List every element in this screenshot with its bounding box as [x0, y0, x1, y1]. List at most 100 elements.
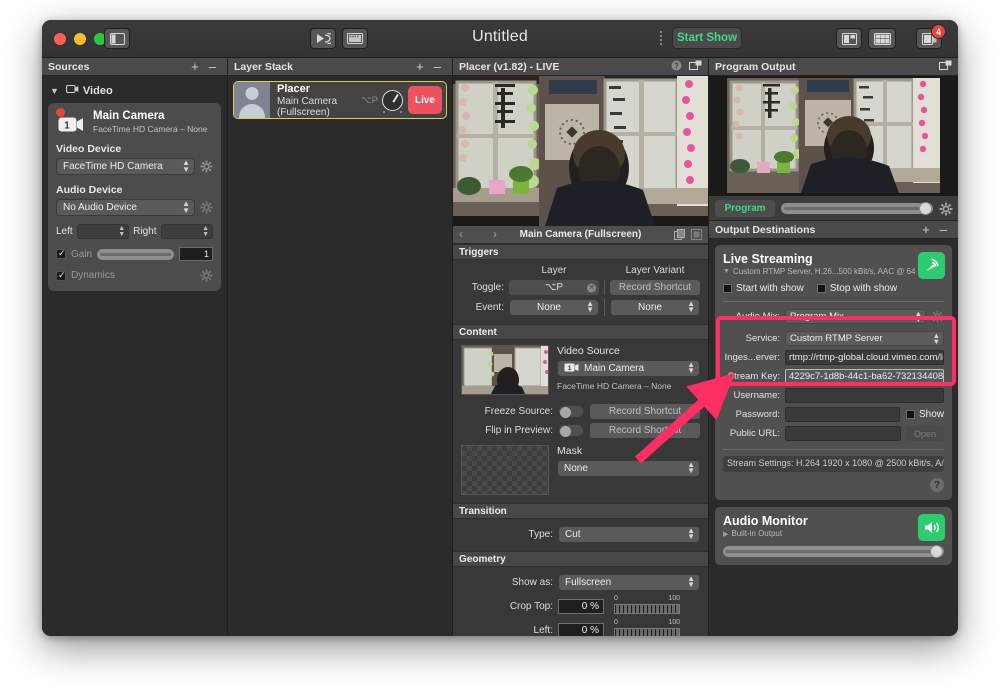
inspector-title-bar: ‹ › Main Camera (Fullscreen) [453, 226, 708, 244]
video-device-row: FaceTime HD Camera ▲ ▼ [56, 157, 213, 176]
section-header-triggers: Triggers [453, 244, 708, 260]
disclosure-triangle-icon[interactable]: ▶ [723, 530, 728, 538]
layer-live-button[interactable]: Live [408, 86, 442, 114]
stream-key-field[interactable]: 4229c7-1d8b-44c1-ba62-732134408fd1 [785, 369, 944, 384]
preview-help-icon[interactable]: ? [671, 60, 682, 74]
output-destinations-header: Output Destinations + – [709, 221, 958, 239]
remove-source-button[interactable]: – [204, 60, 221, 73]
crop-top-slider[interactable]: 0 100 [614, 595, 680, 615]
add-layer-button[interactable]: + [411, 60, 429, 73]
preview-inspector-column: Placer (v1.82) - LIVE ? ‹ › Main Camera … [453, 58, 709, 636]
show-as-select[interactable]: Fullscreen ▲ ▼ [558, 574, 700, 591]
show-password-checkbox[interactable] [905, 410, 915, 419]
live-streaming-toggle-button[interactable] [918, 252, 945, 279]
audio-monitor-toggle-button[interactable] [918, 514, 945, 541]
sources-group-video[interactable]: ▼ Video [48, 82, 221, 103]
crop-left-row: Left: 0 % 0 100 [461, 619, 700, 636]
audio-mix-select[interactable]: Program Mix ▲ ▼ [785, 309, 926, 324]
service-select[interactable]: Custom RTMP Server ▲ ▼ [785, 331, 944, 346]
start-with-show-option[interactable]: Start with show [723, 283, 804, 294]
stop-with-show-option[interactable]: Stop with show [816, 283, 897, 294]
layer-thumbnail [234, 82, 270, 118]
duplicate-icon[interactable] [674, 229, 685, 243]
event-trigger-row: Event: None ▲ ▼ None ▲ ▼ [461, 299, 700, 316]
triggers-body: Layer Layer Variant Toggle: ⌥P ✕ Record … [453, 260, 708, 324]
flip-preview-toggle[interactable] [558, 424, 584, 437]
preview-fullscreen-icon[interactable] [689, 60, 702, 74]
program-button[interactable]: Program [715, 199, 775, 217]
clear-shortcut-icon[interactable]: ✕ [587, 283, 596, 292]
toggle-shortcut-field[interactable]: ⌥P ✕ [509, 280, 599, 295]
layout-single-icon[interactable] [836, 28, 862, 49]
username-label: Username: [733, 390, 780, 401]
public-url-row: Public URL: Open [723, 426, 944, 441]
public-url-field[interactable] [785, 426, 901, 441]
detach-icon[interactable] [691, 229, 702, 243]
event-layer-select[interactable]: None ▲ ▼ [509, 299, 599, 316]
audio-monitor-volume-slider[interactable] [723, 545, 944, 558]
toolbar-divider [660, 31, 662, 47]
layer-row-placer[interactable]: Placer Main Camera (Fullscreen) ⌥P Live [233, 81, 447, 119]
audio-device-gear-icon[interactable] [200, 201, 213, 214]
forward-icon[interactable]: › [493, 227, 497, 241]
remove-layer-button[interactable]: – [429, 60, 446, 73]
toggle-variant-record-button[interactable]: Record Shortcut [610, 280, 700, 295]
preview-title: Placer (v1.82) - LIVE [459, 60, 560, 73]
program-fullscreen-icon[interactable] [939, 60, 952, 74]
program-volume-slider[interactable] [781, 201, 933, 215]
layer-name: Placer [277, 82, 311, 95]
ingest-server-label: Inges...erver: [724, 352, 780, 363]
video-device-select[interactable]: FaceTime HD Camera ▲ ▼ [56, 157, 195, 176]
add-destination-button[interactable]: + [917, 223, 935, 236]
remove-destination-button[interactable]: – [935, 223, 952, 236]
back-icon[interactable]: ‹ [459, 227, 463, 241]
layer-opacity-knob[interactable] [382, 89, 403, 113]
dynamics-gear-icon[interactable] [200, 269, 213, 282]
stop-with-show-checkbox[interactable] [816, 284, 826, 293]
dynamics-checkbox[interactable] [56, 270, 66, 281]
gain-value-field[interactable]: 1 [179, 247, 213, 262]
password-field[interactable] [785, 407, 900, 422]
flip-preview-record-button[interactable]: Record Shortcut [590, 423, 700, 438]
ingest-server-field[interactable]: rtmp://rtmp-global.cloud.vimeo.com/live [785, 350, 944, 365]
gain-slider[interactable] [97, 248, 174, 260]
crop-left-slider[interactable]: 0 100 [614, 619, 680, 636]
sources-group-label: Video [82, 84, 113, 97]
gain-checkbox[interactable] [56, 248, 66, 260]
start-with-show-checkbox[interactable] [723, 284, 732, 293]
disclosure-triangle-icon[interactable]: ▼ [723, 268, 730, 275]
layout-grid-icon[interactable] [868, 28, 896, 49]
layer-stack-title: Layer Stack [234, 60, 293, 73]
video-device-value: FaceTime HD Camera [63, 161, 163, 173]
event-variant-select[interactable]: None ▲ ▼ [610, 299, 700, 316]
audio-mix-gear-icon[interactable] [931, 310, 944, 323]
audio-device-select[interactable]: No Audio Device ▲ ▼ [56, 199, 195, 217]
inspector-toggle-icon[interactable]: 4 [916, 24, 946, 49]
stream-settings-bar[interactable]: Stream Settings: H.264 1920 x 1080 @ 250… [723, 456, 944, 472]
mask-thumbnail [461, 445, 549, 495]
content-video-source-select[interactable]: 1 Main Camera ▲ ▼ [557, 360, 700, 377]
add-source-button[interactable]: + [186, 60, 204, 73]
mask-select[interactable]: None ▲ ▼ [557, 460, 700, 477]
username-row: Username: [723, 388, 944, 403]
live-streaming-help-icon[interactable]: ? [930, 478, 944, 492]
chevron-updown-icon: ▲ ▼ [182, 157, 190, 174]
open-public-url-button[interactable]: Open [906, 426, 944, 441]
freeze-source-toggle[interactable] [558, 405, 584, 418]
source-card-main-camera[interactable]: 1 Main Camera FaceTime HD Camera – None … [48, 103, 221, 292]
show-password-option[interactable]: Show [905, 409, 944, 420]
left-channel-select[interactable]: ▲ ▼ [76, 224, 130, 240]
start-show-button[interactable]: Start Show [672, 27, 742, 49]
username-field[interactable] [785, 388, 944, 403]
disclosure-triangle-icon[interactable]: ▼ [50, 86, 59, 96]
crop-top-slider-max: 100 [668, 595, 680, 602]
live-streaming-subtitle: Custom RTMP Server, H.26...500 kBit/s, A… [732, 267, 938, 276]
freeze-source-record-button[interactable]: Record Shortcut [590, 404, 700, 419]
crop-top-field[interactable]: 0 % [558, 598, 604, 614]
crop-left-field[interactable]: 0 % [558, 622, 604, 636]
section-header-content: Content [453, 324, 708, 340]
video-device-gear-icon[interactable] [200, 160, 213, 173]
right-channel-select[interactable]: ▲ ▼ [160, 224, 214, 240]
program-settings-gear-icon[interactable] [939, 202, 953, 215]
transition-type-select[interactable]: Cut ▲ ▼ [558, 526, 700, 543]
